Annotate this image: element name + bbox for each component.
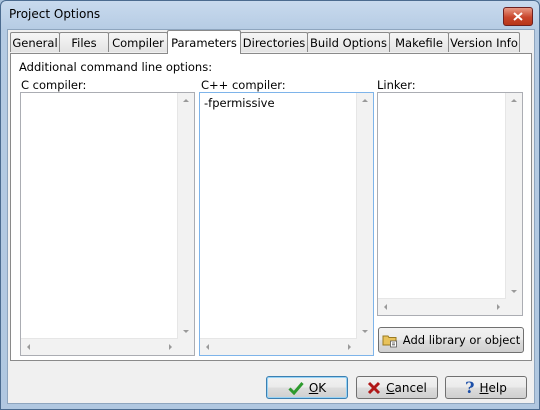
vertical-scrollbar[interactable]	[356, 93, 373, 339]
tab-label: Parameters	[171, 35, 237, 50]
additional-options-label: Additional command line options:	[19, 60, 213, 74]
tab-compiler[interactable]: Compiler	[108, 32, 168, 52]
tab-general[interactable]: General	[10, 32, 60, 52]
cpp-compiler-textarea[interactable]: -fpermissive	[199, 92, 374, 356]
add-library-label: Add library or object	[402, 333, 521, 347]
tab-makefile[interactable]: Makefile	[389, 32, 449, 52]
scroll-down-arrow-icon[interactable]	[183, 330, 189, 333]
tab-label: Makefile	[395, 35, 443, 50]
vertical-scrollbar[interactable]	[177, 93, 194, 339]
linker-label: Linker:	[377, 78, 416, 92]
tab-label: Files	[71, 35, 97, 50]
tab-label: Version Info	[450, 35, 518, 50]
tab-build-options[interactable]: Build Options	[307, 32, 390, 52]
close-button[interactable]	[503, 7, 533, 26]
scroll-corner	[178, 339, 194, 355]
help-button[interactable]: ? Help	[445, 376, 527, 399]
x-icon	[367, 381, 381, 395]
scroll-corner	[506, 299, 522, 315]
help-label: Help	[479, 380, 507, 395]
cpp-compiler-label: C++ compiler:	[201, 78, 286, 92]
tab-label: General	[12, 35, 58, 50]
cpp-compiler-value: -fpermissive	[204, 96, 275, 110]
parameters-panel: Additional command line options: C compi…	[10, 53, 532, 361]
horizontal-scrollbar[interactable]	[21, 338, 178, 355]
scroll-left-arrow-icon[interactable]	[384, 304, 387, 310]
checkmark-icon	[288, 381, 304, 395]
question-icon: ?	[465, 378, 475, 397]
tab-parameters[interactable]: Parameters	[167, 30, 241, 54]
tab-directories[interactable]: Directories	[240, 32, 308, 52]
scroll-up-arrow-icon[interactable]	[183, 99, 189, 102]
scroll-right-arrow-icon[interactable]	[497, 304, 500, 310]
tab-version-info[interactable]: Version Info	[448, 32, 520, 52]
tab-label: Build Options	[310, 35, 387, 50]
close-icon	[513, 12, 523, 21]
horizontal-scrollbar[interactable]	[200, 338, 357, 355]
scroll-corner	[357, 339, 373, 355]
cancel-label: Cancel	[386, 380, 427, 395]
horizontal-scrollbar[interactable]	[378, 298, 506, 315]
scroll-down-arrow-icon[interactable]	[362, 330, 368, 333]
scroll-right-arrow-icon[interactable]	[348, 344, 351, 350]
scroll-down-arrow-icon[interactable]	[511, 290, 517, 293]
c-compiler-label: C compiler:	[21, 78, 87, 92]
scroll-up-arrow-icon[interactable]	[362, 99, 368, 102]
vertical-scrollbar[interactable]	[505, 93, 522, 299]
tab-files[interactable]: Files	[59, 32, 109, 52]
tab-label: Compiler	[112, 35, 164, 50]
project-options-window: Project Options General Files Compiler P…	[0, 0, 540, 410]
tab-label: Directories	[242, 35, 306, 50]
dialog-client: General Files Compiler Parameters Direct…	[7, 29, 535, 404]
ok-button[interactable]: OK	[266, 376, 348, 399]
title-bar[interactable]: Project Options	[1, 1, 539, 29]
folder-icon	[382, 332, 398, 348]
linker-textarea[interactable]	[377, 92, 523, 316]
scroll-right-arrow-icon[interactable]	[169, 344, 172, 350]
scroll-left-arrow-icon[interactable]	[206, 344, 209, 350]
scroll-up-arrow-icon[interactable]	[511, 99, 517, 102]
c-compiler-textarea[interactable]	[20, 92, 195, 356]
cancel-button[interactable]: Cancel	[356, 376, 438, 399]
tab-strip: General Files Compiler Parameters Direct…	[8, 30, 534, 54]
add-library-button[interactable]: Add library or object	[378, 327, 524, 353]
window-title: Project Options	[9, 7, 101, 21]
scroll-left-arrow-icon[interactable]	[27, 344, 30, 350]
ok-label: OK	[308, 380, 327, 395]
